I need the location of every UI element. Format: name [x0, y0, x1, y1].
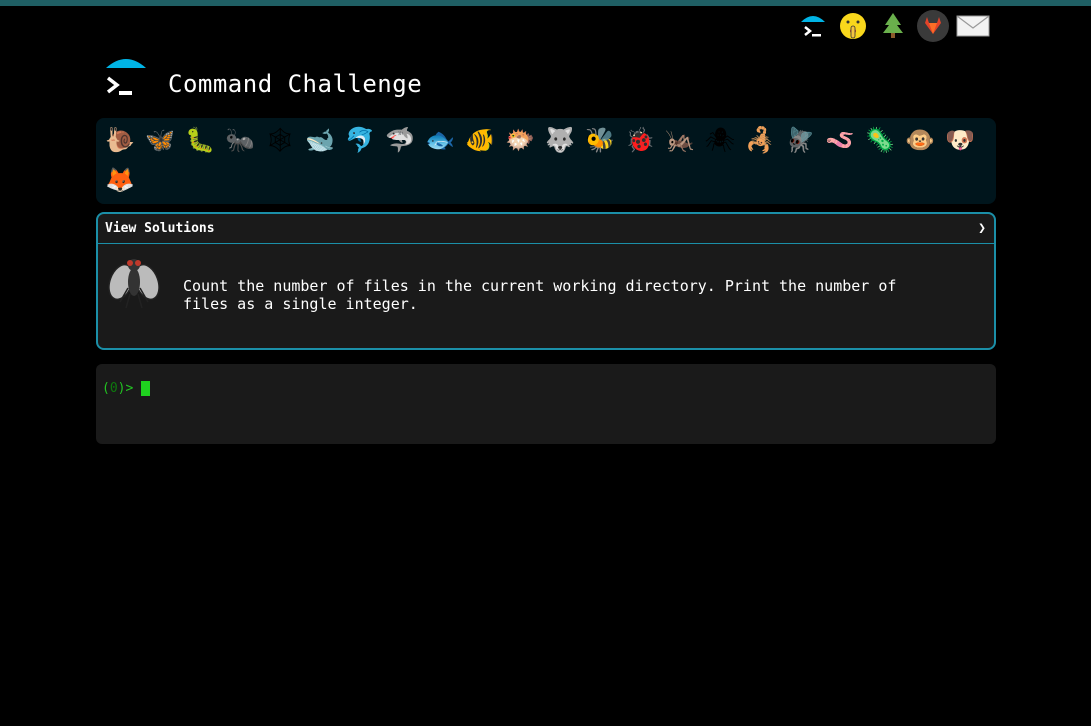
caterpillar-icon[interactable]: 🐛 — [180, 120, 220, 160]
spider-web-icon[interactable]: 🕸 — [260, 120, 300, 160]
shushing-face-icon[interactable] — [836, 9, 870, 43]
view-solutions-label: View Solutions — [105, 221, 215, 236]
scorpion-icon[interactable]: 🦂 — [740, 120, 780, 160]
tropical-fish-icon[interactable]: 🐠 — [460, 120, 500, 160]
fly-icon — [108, 254, 160, 310]
fly-icon[interactable]: 🪰 — [780, 120, 820, 160]
fox-icon[interactable]: 🦊 — [100, 160, 140, 200]
snail-icon[interactable]: 🐌 — [100, 120, 140, 160]
spider-icon[interactable]: 🕷 — [700, 120, 740, 160]
ant-icon[interactable]: 🐜 — [220, 120, 260, 160]
tree-icon[interactable] — [876, 9, 910, 43]
ladybug-icon[interactable]: 🐞 — [620, 120, 660, 160]
terminal-input[interactable]: (0)> — [96, 364, 996, 444]
problem-description: Count the number of files in the current… — [183, 277, 897, 313]
prompt-counter: 0 — [109, 381, 118, 396]
top-bar — [0, 0, 1091, 6]
mail-icon[interactable] — [956, 9, 990, 43]
whale-icon[interactable]: 🐋 — [300, 120, 340, 160]
app-logo — [104, 56, 148, 100]
prompt-close: )> — [117, 381, 134, 396]
dog-icon[interactable]: 🐶 — [940, 120, 980, 160]
view-solutions-toggle[interactable]: View Solutions ❯ — [98, 214, 994, 244]
terminal-umbrella-icon[interactable] — [796, 9, 830, 43]
chevron-right-icon: ❯ — [978, 221, 986, 236]
dolphin-icon[interactable]: 🐬 — [340, 120, 380, 160]
prompt-open: ( — [102, 381, 110, 396]
monkey-icon[interactable]: 🐵 — [900, 120, 940, 160]
challenge-bar: 🐌 🦋 🐛 🐜 🕸 🐋 🐬 🦈 🐟 🐠 🐡 🐺 🐝 🐞 🦗 🕷 🦂 🪰 🪱 🦠 🐵 🐶 🦊 — [96, 118, 996, 204]
bee-icon[interactable]: 🐝 — [580, 120, 620, 160]
microbe-icon[interactable]: 🦠 — [860, 120, 900, 160]
problem-panel: View Solutions ❯ Count the number of fil… — [96, 212, 996, 350]
shark-icon[interactable]: 🦈 — [380, 120, 420, 160]
blowfish-icon[interactable]: 🐡 — [500, 120, 540, 160]
worm-icon[interactable]: 🪱 — [820, 120, 860, 160]
gitlab-icon[interactable] — [916, 9, 950, 43]
header-icon-bar — [796, 9, 990, 43]
cricket-icon[interactable]: 🦗 — [660, 120, 700, 160]
fish-icon[interactable]: 🐟 — [420, 120, 460, 160]
page-title: Command Challenge — [168, 70, 423, 98]
butterfly-icon[interactable]: 🦋 — [140, 120, 180, 160]
problem-body: Count the number of files in the current… — [98, 244, 994, 313]
terminal-cursor — [141, 381, 151, 396]
wolf-icon[interactable]: 🐺 — [540, 120, 580, 160]
